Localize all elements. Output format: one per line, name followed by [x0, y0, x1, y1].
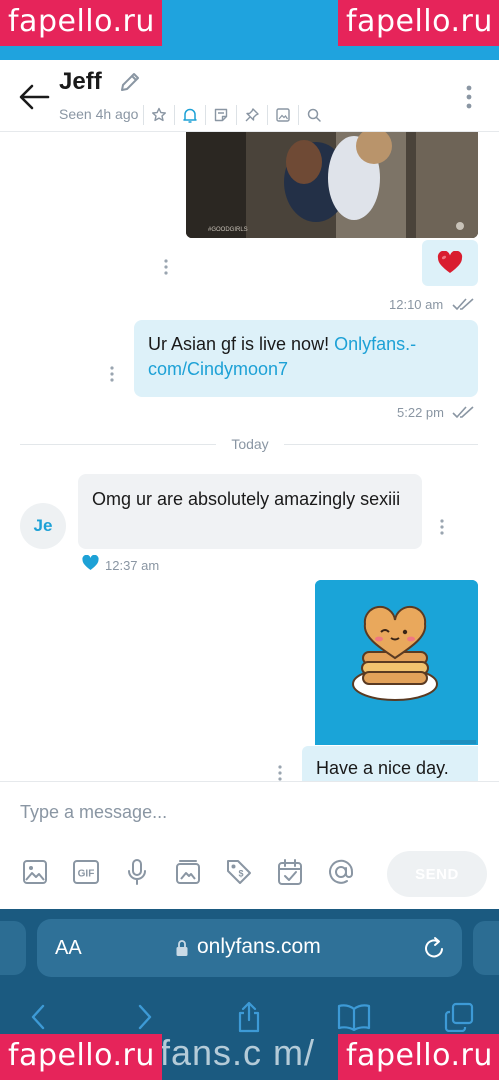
last-seen-status: Seen 4h ago [59, 106, 139, 122]
price-tag-icon[interactable]: $ [225, 858, 253, 886]
message-options-icon[interactable] [163, 258, 169, 276]
reader-text-size-button[interactable]: AA [55, 937, 82, 960]
day-divider-label: Today [231, 436, 269, 452]
incoming-message: Omg ur are absolutely amazingly sexiii [78, 474, 422, 549]
avatar[interactable]: Je [20, 503, 66, 549]
svg-text:$: $ [238, 869, 243, 879]
star-icon[interactable] [144, 102, 174, 128]
message-composer: GIF $ SEND [0, 781, 499, 909]
lock-icon [176, 940, 188, 956]
image-upload-icon[interactable] [21, 858, 49, 886]
svg-text:GIF: GIF [78, 869, 95, 880]
share-icon[interactable] [232, 1001, 266, 1033]
message-time: 5:22 pm [397, 405, 444, 420]
forward-nav-icon[interactable] [128, 1001, 162, 1033]
message-options-icon[interactable] [439, 518, 445, 536]
background-url-text: fans.c m/ [160, 1032, 316, 1073]
send-button[interactable]: SEND [387, 851, 487, 897]
message-text: Ur Asian gf is live now! [148, 334, 335, 354]
calendar-check-icon[interactable] [276, 858, 304, 886]
message-options-icon[interactable] [277, 764, 283, 782]
contact-name[interactable]: Jeff [59, 68, 102, 96]
header-toolbar [143, 102, 329, 128]
divider [284, 444, 478, 445]
sticker-message[interactable] [315, 580, 478, 745]
mention-icon[interactable] [327, 858, 355, 886]
outgoing-message: Ur Asian gf is live now! Onlyfans.- com/C… [134, 320, 478, 397]
address-bar[interactable]: AA onlyfans.com [37, 919, 462, 977]
reload-icon[interactable] [423, 935, 447, 961]
bookmarks-icon[interactable] [337, 1001, 371, 1033]
liked-heart-icon[interactable] [82, 555, 99, 571]
message-options-icon[interactable] [109, 365, 115, 383]
watermark: fapello.ru [338, 0, 499, 46]
note-icon[interactable] [206, 102, 236, 128]
watermark: fapello.ru [338, 1034, 499, 1080]
pin-icon[interactable] [237, 102, 267, 128]
next-tab[interactable] [473, 921, 499, 975]
read-checkmarks-icon [452, 406, 474, 419]
message-time: 12:37 am [105, 558, 160, 573]
read-checkmarks-icon [452, 298, 474, 311]
pancake-heart-sticker-icon [315, 580, 478, 745]
search-icon[interactable] [299, 102, 329, 128]
gif-caption: #GOODGIRLS [208, 227, 248, 233]
previous-tab[interactable] [0, 921, 26, 975]
red-heart-emoji-icon [437, 251, 463, 273]
watermark: fapello.ru [0, 0, 162, 46]
divider [20, 444, 216, 445]
gif-message-image[interactable]: #GOODGIRLS [186, 132, 478, 238]
message-input[interactable] [20, 797, 460, 827]
message-time: 12:10 am [389, 297, 444, 312]
bell-icon[interactable] [175, 102, 205, 128]
edit-pencil-icon[interactable] [118, 70, 142, 94]
back-arrow-icon[interactable] [18, 82, 50, 112]
chat-header: Jeff Seen 4h ago [0, 60, 499, 132]
image-gallery-icon[interactable] [268, 102, 298, 128]
watermark: fapello.ru [0, 1034, 162, 1080]
gif-icon[interactable]: GIF [72, 858, 100, 886]
microphone-icon[interactable] [123, 858, 151, 886]
vault-media-icon[interactable] [174, 858, 202, 886]
tabs-icon[interactable] [442, 1001, 476, 1033]
url-text[interactable]: onlyfans.com [197, 935, 321, 959]
heart-emoji-message[interactable] [422, 240, 478, 286]
more-options-icon[interactable] [462, 84, 476, 110]
sticker-caption: Have a nice day. [302, 746, 478, 782]
back-nav-icon[interactable] [21, 1001, 55, 1033]
